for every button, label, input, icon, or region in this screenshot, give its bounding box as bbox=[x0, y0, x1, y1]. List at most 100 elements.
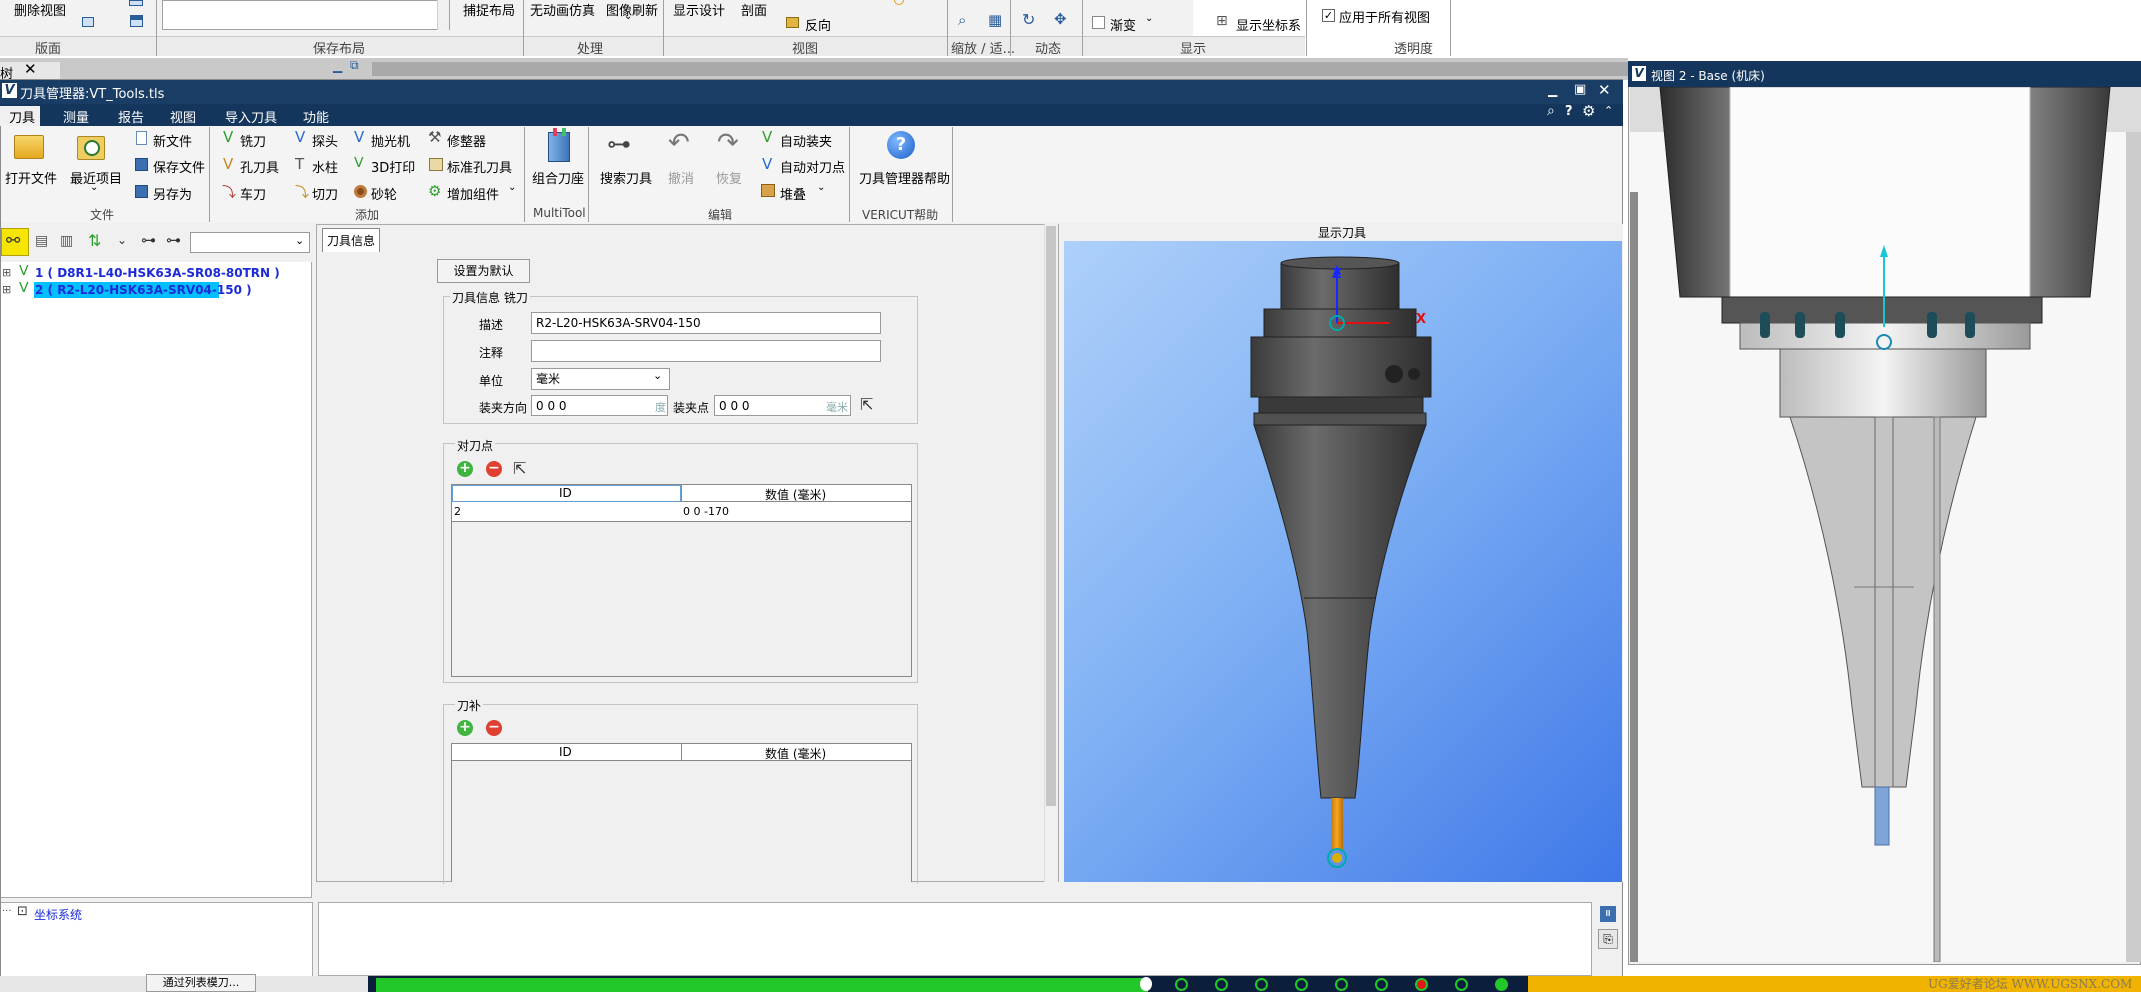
add-comp-icon[interactable]: + bbox=[457, 720, 473, 736]
list-tools-button[interactable]: 通过列表模刀... bbox=[146, 974, 256, 992]
gradient-checkbox[interactable] bbox=[1092, 16, 1105, 29]
set-default-button[interactable]: 设置为默认 bbox=[437, 259, 530, 283]
window-minimize-icon[interactable]: ▁ bbox=[1548, 83, 1557, 97]
zoom-grid-icon[interactable]: ▦ bbox=[988, 11, 1002, 29]
machine-viewport[interactable] bbox=[1630, 87, 2141, 962]
menu-tools[interactable]: 刀具 bbox=[9, 107, 35, 126]
new-file-button[interactable]: 新文件 bbox=[153, 131, 192, 150]
pick-gauge-point-icon[interactable]: ⇱ bbox=[513, 459, 526, 478]
search-icon[interactable]: ⌕ bbox=[1547, 103, 1555, 119]
sim-progress-handle[interactable] bbox=[1140, 977, 1152, 991]
recent-items-dropdown-icon[interactable]: ⌄ bbox=[90, 182, 98, 193]
close-tab-icon[interactable]: ✕ bbox=[24, 60, 37, 78]
auto-tool-point-button[interactable]: 自动对刀点 bbox=[780, 157, 845, 176]
tree-list-icon[interactable]: ▥ bbox=[60, 233, 73, 249]
tree-item-tool-1[interactable]: 1 ( D8R1-L40-HSK63A-SR08-80TRN ) bbox=[35, 266, 280, 280]
stack-dropdown-icon[interactable]: ⌄ bbox=[817, 182, 825, 193]
log-icon[interactable]: Ⅲ bbox=[1600, 906, 1616, 922]
polisher-button[interactable]: 抛光机 bbox=[371, 131, 410, 150]
collapse-ribbon-icon[interactable]: ⌃ bbox=[1604, 104, 1613, 117]
undo-button[interactable]: 撤消 bbox=[668, 168, 694, 187]
window-maximize-icon[interactable]: ▣ bbox=[1574, 82, 1586, 97]
restore-pane-icon[interactable]: ⧉ bbox=[350, 58, 359, 73]
desc-field[interactable]: R2-L20-HSK63A-SRV04-150 bbox=[531, 312, 881, 334]
search-tools-button[interactable]: 搜索刀具 bbox=[600, 168, 652, 187]
combo-holder-button[interactable]: 组合刀座 bbox=[532, 168, 584, 187]
tool-manager-help-button[interactable]: 刀具管理器帮助 bbox=[859, 168, 950, 187]
tree-filter-dropdown-icon[interactable]: ⌄ bbox=[295, 234, 304, 247]
pick-point-icon[interactable]: ⇱ bbox=[860, 395, 873, 414]
open-file-button[interactable]: 打开文件 bbox=[5, 168, 57, 187]
minimize-pane-icon[interactable]: ▁ bbox=[333, 59, 342, 73]
help-icon[interactable]: ? bbox=[1565, 104, 1573, 119]
coord-tree-expand-icon[interactable]: ··· bbox=[2, 906, 12, 917]
menu-view[interactable]: 视图 bbox=[170, 107, 196, 126]
add-component-dropdown-icon[interactable]: ⌄ bbox=[508, 182, 516, 193]
clear-log-icon[interactable]: ⎘ bbox=[1598, 929, 1618, 949]
stack-button[interactable]: 堆叠 bbox=[780, 184, 806, 203]
tool-preview-viewport[interactable]: Z X bbox=[1064, 241, 1622, 882]
menu-functions[interactable]: 功能 bbox=[303, 107, 329, 126]
status-light-8-icon[interactable] bbox=[1495, 978, 1508, 991]
tree-expand-1-icon[interactable]: ⊞ bbox=[2, 266, 11, 279]
zoom-in-icon[interactable]: ⌕ bbox=[958, 11, 966, 29]
dresser-button[interactable]: 修整器 bbox=[447, 131, 486, 150]
delete-view-button[interactable]: 删除视图 bbox=[14, 0, 66, 19]
menu-measure[interactable]: 测量 bbox=[63, 107, 89, 126]
hole-tool-button[interactable]: 孔刀具 bbox=[240, 157, 279, 176]
image-refresh-dropdown-icon[interactable]: ⌄ bbox=[624, 11, 632, 22]
apply-all-views-checkbox[interactable]: ✓ bbox=[1322, 9, 1335, 22]
layout-scrollbar[interactable] bbox=[437, 0, 449, 30]
water-jet-button[interactable]: 水柱 bbox=[312, 157, 338, 176]
filter-dropdown-icon[interactable]: ⌄ bbox=[117, 233, 127, 247]
redo-button[interactable]: 恢复 bbox=[716, 168, 742, 187]
cutoff-button[interactable]: 切刀 bbox=[312, 184, 338, 203]
dynamic-rotate-icon[interactable]: ↻ bbox=[1022, 10, 1035, 29]
mill-button[interactable]: 铣刀 bbox=[240, 131, 266, 150]
tree-expand-2-icon[interactable]: ⊞ bbox=[2, 283, 11, 296]
view-layout-icon[interactable] bbox=[82, 17, 94, 27]
show-design-button[interactable]: 显示设计 bbox=[673, 0, 725, 19]
tree-item-tool-2[interactable]: 2 ( R2-L20-HSK63A-SRV04-150 ) bbox=[35, 283, 252, 297]
std-hole-tool-button[interactable]: 标准孔刀具 bbox=[447, 157, 512, 176]
section-button[interactable]: 剖面 bbox=[741, 0, 767, 19]
add-gauge-point-icon[interactable]: + bbox=[457, 461, 473, 477]
split-view-icon[interactable] bbox=[129, 0, 143, 6]
find-next-icon[interactable]: ⊶ bbox=[166, 231, 181, 249]
status-light-6-icon[interactable] bbox=[1375, 978, 1388, 991]
grinding-wheel-button[interactable]: 砂轮 bbox=[371, 184, 397, 203]
remove-comp-icon[interactable]: − bbox=[486, 720, 502, 736]
unit-select[interactable]: 毫米 bbox=[531, 368, 670, 390]
turn-tool-button[interactable]: 车刀 bbox=[240, 184, 266, 203]
status-light-7-icon[interactable] bbox=[1455, 978, 1468, 991]
menu-report[interactable]: 报告 bbox=[118, 107, 144, 126]
probe-button[interactable]: 探头 bbox=[312, 131, 338, 150]
dir-field[interactable]: 0 0 0 bbox=[531, 395, 668, 416]
status-light-error-icon[interactable] bbox=[1415, 978, 1428, 991]
tree-page-icon[interactable]: ▤ bbox=[35, 233, 48, 249]
table-row[interactable] bbox=[452, 502, 911, 522]
capture-layout-button[interactable]: 捕捉布局 bbox=[463, 0, 515, 19]
status-light-4-icon[interactable] bbox=[1295, 978, 1308, 991]
status-light-2-icon[interactable] bbox=[1215, 978, 1228, 991]
show-coord-button[interactable]: 显示坐标系 bbox=[1236, 15, 1301, 34]
layout-name-input[interactable] bbox=[162, 0, 450, 30]
auto-holder-button[interactable]: 自动装夹 bbox=[780, 131, 832, 150]
coord-system-item[interactable]: 坐标系统 bbox=[34, 906, 82, 923]
note-field[interactable] bbox=[531, 340, 881, 362]
unit-dropdown-icon[interactable]: ⌄ bbox=[653, 369, 662, 382]
save-file-button[interactable]: 保存文件 bbox=[153, 157, 205, 176]
apply-all-views-label[interactable]: 应用于所有视图 bbox=[1339, 7, 1430, 26]
settings-icon[interactable]: ⚙ bbox=[1582, 102, 1595, 120]
print3d-button[interactable]: 3D打印 bbox=[371, 157, 415, 176]
status-light-5-icon[interactable] bbox=[1335, 978, 1348, 991]
window-close-icon[interactable]: ✕ bbox=[1598, 81, 1611, 99]
remove-gauge-point-icon[interactable]: − bbox=[486, 461, 502, 477]
tree-filter-select[interactable] bbox=[190, 232, 310, 253]
add-component-button[interactable]: 增加组件 bbox=[447, 184, 499, 203]
sort-icon[interactable]: ⇅ bbox=[88, 231, 101, 250]
gradient-label[interactable]: 渐变 bbox=[1110, 15, 1136, 34]
split-horizontal-icon[interactable] bbox=[130, 15, 143, 27]
menu-import-tools[interactable]: 导入刀具 bbox=[225, 107, 277, 126]
no-anim-sim-button[interactable]: 无动画仿真 bbox=[530, 0, 595, 19]
